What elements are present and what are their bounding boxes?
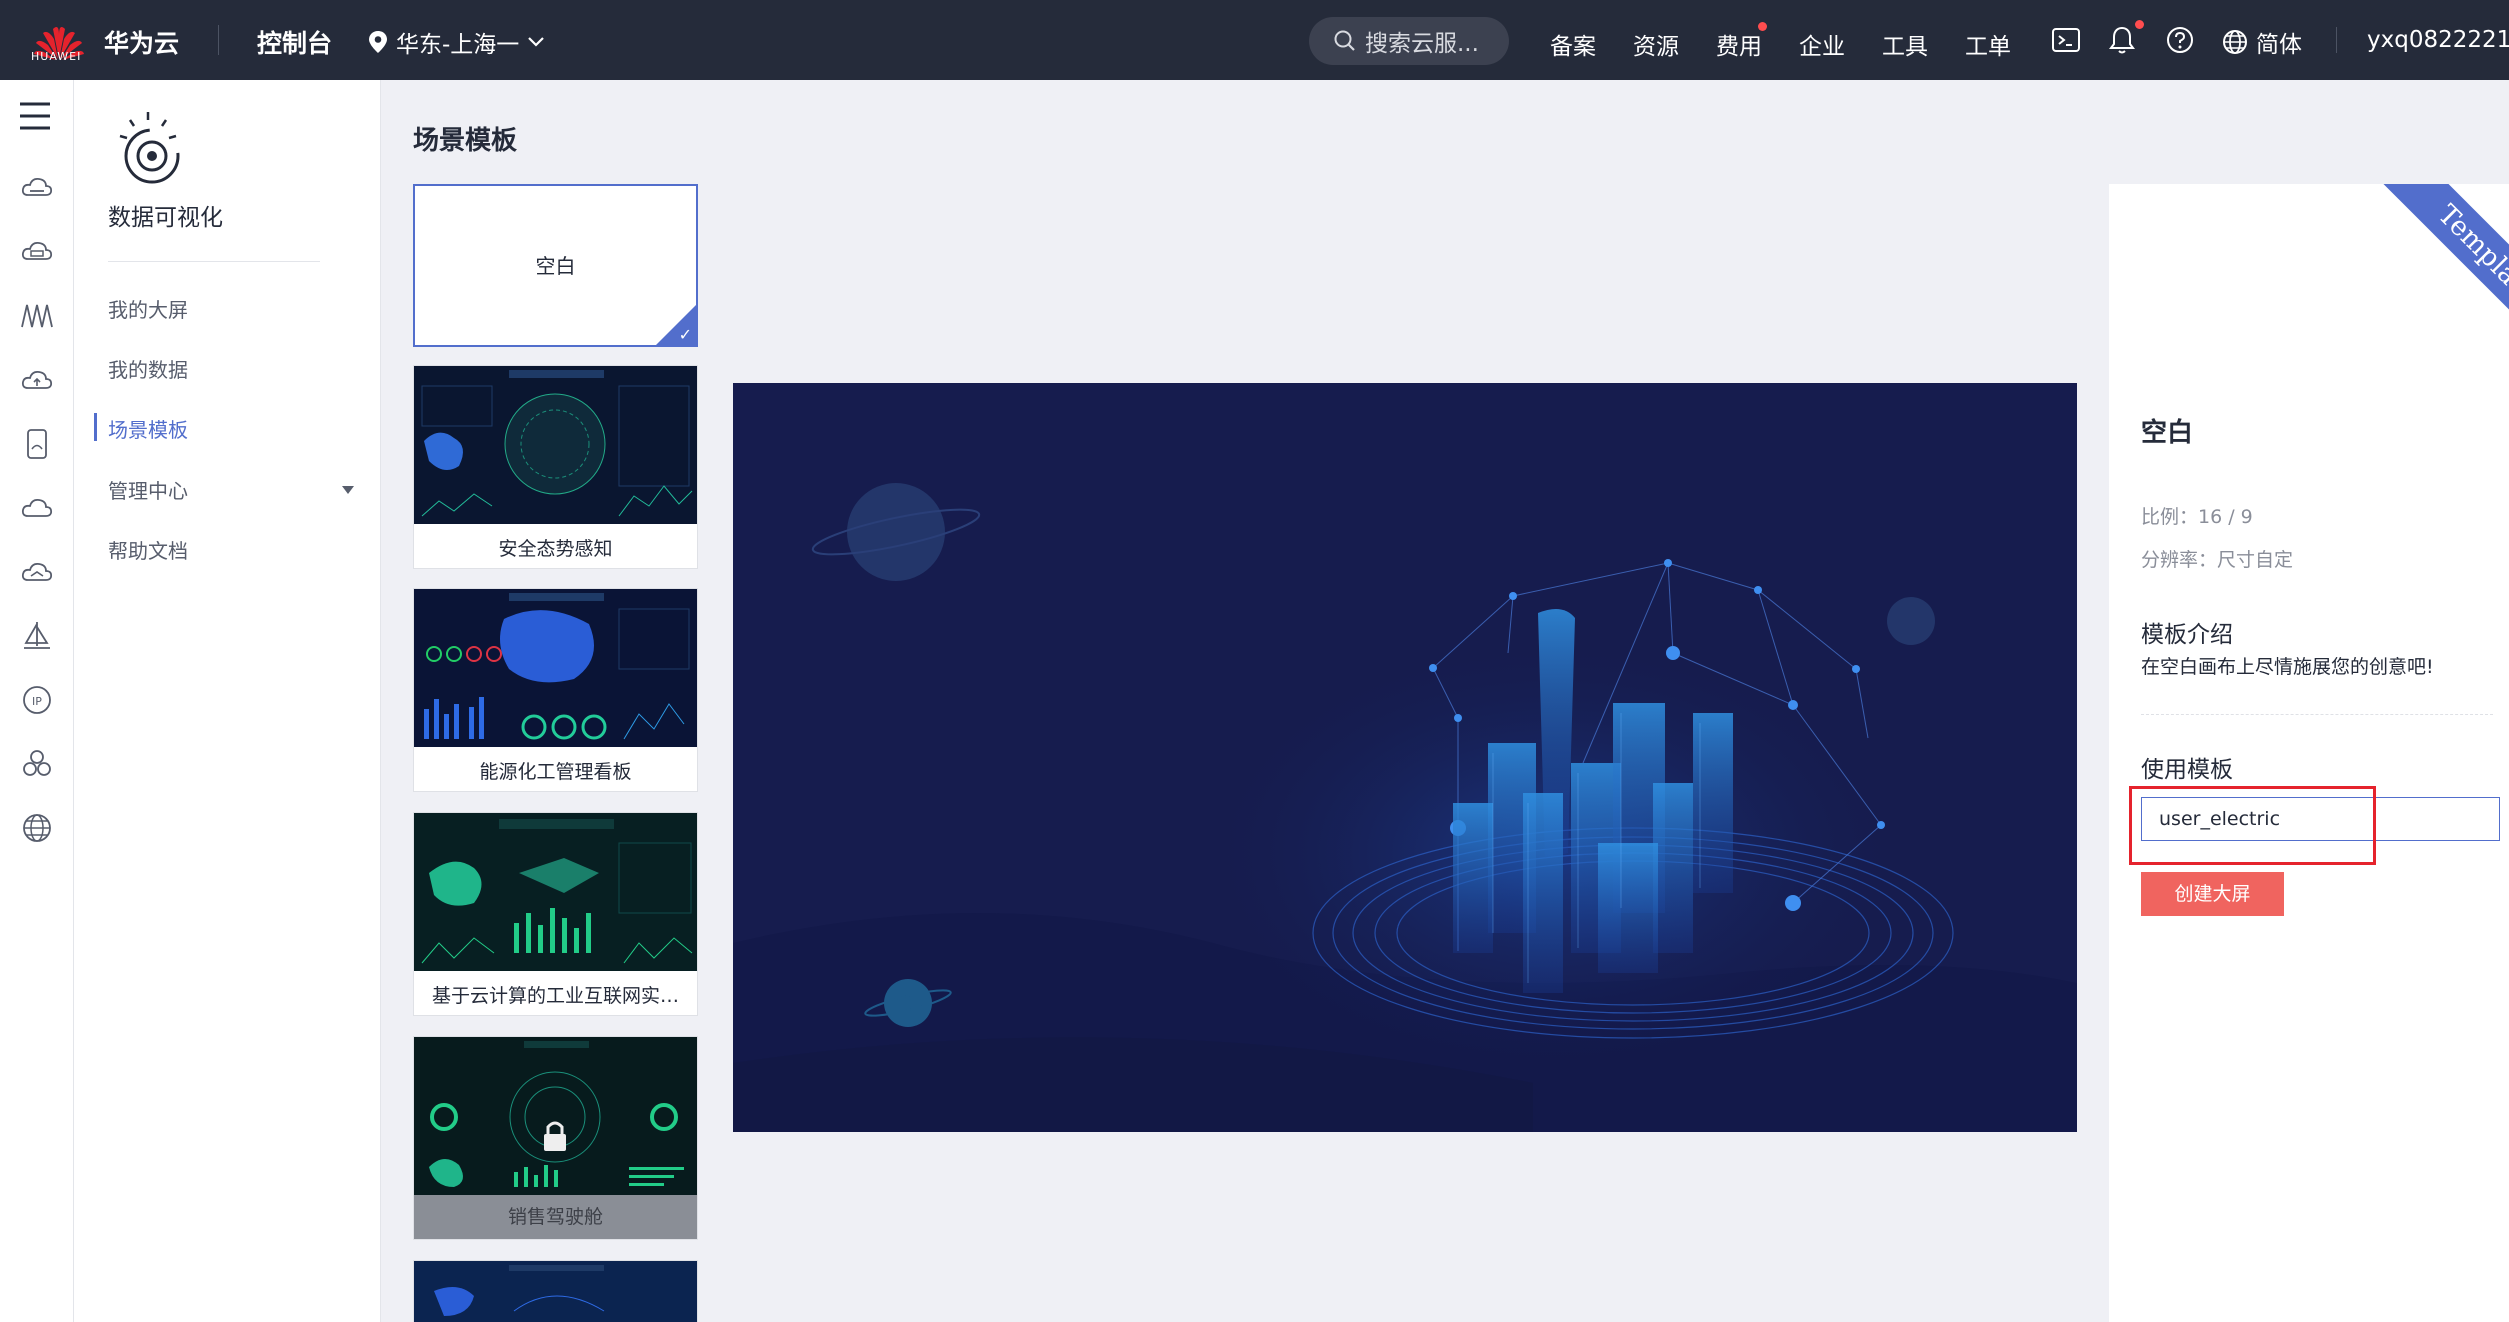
- template-thumbnail: [414, 813, 697, 971]
- ip-address-icon[interactable]: IP: [20, 683, 54, 717]
- template-ratio: 比例：16 / 9: [2141, 506, 2253, 528]
- template-card-caption: 基于云计算的工业互联网实…: [431, 985, 679, 1007]
- divider: [218, 25, 219, 55]
- active-indicator: [94, 413, 97, 441]
- page-title: 场景模板: [413, 126, 518, 156]
- sidebar-item-management-center[interactable]: 管理中心: [108, 475, 188, 504]
- nav-tools[interactable]: 工具: [1882, 27, 1928, 61]
- sidebar-item-scene-templates[interactable]: 场景模板: [108, 414, 188, 443]
- analytics-wave-icon[interactable]: [20, 299, 54, 333]
- console-link[interactable]: 控制台: [257, 24, 332, 60]
- divider: [2336, 27, 2337, 53]
- search-icon: [1334, 30, 1355, 51]
- nav-tickets[interactable]: 工单: [1965, 27, 2011, 61]
- product-title: 数据可视化: [108, 205, 223, 231]
- search-placeholder: 搜索云服...: [1365, 31, 1479, 57]
- nav-resources[interactable]: 资源: [1633, 27, 1679, 61]
- template-name: 空白: [2141, 418, 2194, 448]
- intro-text: 在空白画布上尽情施展您的创意吧!: [2141, 656, 2434, 678]
- sidebar-item-help-docs[interactable]: 帮助文档: [108, 535, 188, 564]
- template-thumbnail: [414, 589, 697, 747]
- region-selector[interactable]: 华东-上海一: [368, 25, 545, 59]
- search-box[interactable]: 搜索云服...: [1309, 17, 1509, 65]
- preview-illustration: [733, 383, 2077, 1132]
- template-card-caption: 销售驾驶舱: [414, 1195, 697, 1239]
- check-icon: ✓: [678, 325, 692, 344]
- cloud-server-icon[interactable]: [20, 171, 54, 205]
- storage-device-icon[interactable]: [20, 427, 54, 461]
- template-thumbnail: [414, 1037, 697, 1195]
- create-screen-button[interactable]: 创建大屏: [2141, 872, 2284, 916]
- divider: [2141, 714, 2493, 715]
- template-ribbon: Template: [2337, 184, 2509, 364]
- sidebar-item-my-data[interactable]: 我的数据: [108, 354, 188, 383]
- nav-billing[interactable]: 费用: [1716, 27, 1762, 61]
- product-sidebar: 数据可视化 我的大屏 我的数据 场景模板 管理中心 帮助文档: [74, 80, 381, 1322]
- cloud-upload-icon[interactable]: [20, 363, 54, 397]
- cloud-database-icon[interactable]: [20, 235, 54, 269]
- user-account[interactable]: yxq08222213: [2367, 27, 2509, 53]
- template-card-blank[interactable]: 空白 ✓: [413, 184, 698, 347]
- template-ribbon-label: Template: [2378, 184, 2509, 364]
- template-card-energy[interactable]: 能源化工管理看板: [413, 588, 698, 792]
- bell-icon[interactable]: [2107, 25, 2137, 55]
- language-selector[interactable]: 简体: [2222, 25, 2302, 59]
- cluster-icon[interactable]: [20, 747, 54, 781]
- template-resolution: 分辨率：尺寸自定: [2141, 549, 2294, 571]
- caret-down-icon[interactable]: [342, 486, 354, 494]
- region-label: 华东-上海一: [396, 32, 520, 58]
- cloud-icon[interactable]: [20, 491, 54, 525]
- cloud-network-icon[interactable]: [20, 555, 54, 589]
- terminal-icon[interactable]: [2051, 25, 2081, 55]
- intro-heading: 模板介绍: [2141, 622, 2233, 648]
- bell-notification-dot: [2135, 20, 2144, 29]
- globe-icon: [2223, 30, 2247, 54]
- sidebar-item-my-screens[interactable]: 我的大屏: [108, 294, 188, 323]
- data-visualization-logo-icon: [119, 112, 180, 184]
- template-thumbnail: [414, 1261, 697, 1322]
- highlight-box: [2129, 786, 2376, 865]
- billing-notification-dot: [1758, 22, 1767, 31]
- top-navigation-bar: HUAWEI 华为云 控制台 华东-上海一 搜索云服... 备案 资源 费用 企…: [0, 0, 2509, 80]
- web-globe-icon[interactable]: [20, 811, 54, 845]
- template-detail-panel: Template 空白 比例：16 / 9 分辨率：尺寸自定 模板介绍 在空白画…: [2109, 184, 2509, 1322]
- nav-filing[interactable]: 备案: [1550, 27, 1596, 61]
- service-icon-rail: IP: [0, 80, 74, 1322]
- hamburger-menu-icon[interactable]: [18, 100, 52, 132]
- svg-text:IP: IP: [32, 695, 42, 708]
- template-card-industrial-iot[interactable]: 基于云计算的工业互联网实…: [413, 812, 698, 1016]
- template-thumbnail: [414, 366, 697, 524]
- sailboat-icon[interactable]: [20, 619, 54, 653]
- template-preview: [733, 383, 2077, 1132]
- logo-text: HUAWEI: [31, 50, 82, 63]
- template-card-caption: 空白: [535, 254, 576, 278]
- help-icon[interactable]: [2165, 25, 2195, 55]
- nav-enterprise[interactable]: 企业: [1799, 27, 1845, 61]
- template-card-sales-cockpit[interactable]: 销售驾驶舱: [413, 1036, 698, 1240]
- template-card-caption: 能源化工管理看板: [479, 761, 632, 783]
- template-card-security[interactable]: 安全态势感知: [413, 365, 698, 569]
- divider: [108, 261, 320, 262]
- template-card-next[interactable]: [413, 1260, 698, 1322]
- brand-name[interactable]: 华为云: [104, 24, 179, 60]
- template-card-caption: 安全态势感知: [498, 538, 613, 560]
- use-template-heading: 使用模板: [2141, 757, 2233, 783]
- location-pin-icon: [369, 31, 387, 53]
- chevron-down-icon: [528, 37, 545, 47]
- language-label: 简体: [2256, 32, 2302, 58]
